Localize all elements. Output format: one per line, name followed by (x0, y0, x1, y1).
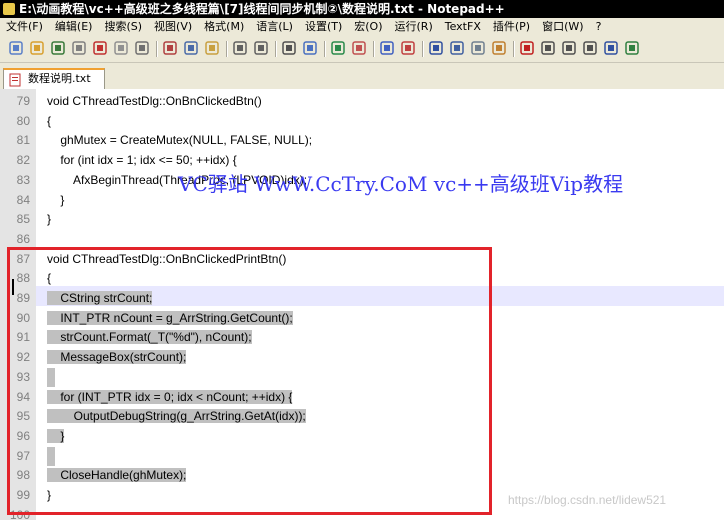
copy-icon[interactable] (183, 40, 199, 56)
code-line[interactable]: 79 void CThreadTestDlg::OnBnClickedBtn() (0, 92, 724, 112)
find-icon[interactable] (281, 40, 297, 56)
close-all-icon[interactable] (113, 40, 129, 56)
sync-h-icon[interactable] (400, 40, 416, 56)
print-icon[interactable] (134, 40, 150, 56)
code-text: } (47, 210, 51, 230)
toolbar (0, 36, 724, 63)
save-macro-icon[interactable] (603, 40, 619, 56)
code-line[interactable]: 81 ghMutex = CreateMutex(NULL, FALSE, NU… (0, 131, 724, 151)
save-icon[interactable] (50, 40, 66, 56)
menu-item[interactable]: TextFX (439, 20, 487, 33)
code-text: void CThreadTestDlg::OnBnClickedBtn() (47, 92, 262, 112)
toolbar-separator (275, 41, 277, 57)
code-text: ghMutex = CreateMutex(NULL, FALSE, NULL)… (47, 131, 312, 151)
menu-item[interactable]: 插件(P) (487, 20, 536, 33)
text: for (int idx = 1; idx <= 50; ++idx) { (47, 153, 237, 168)
show-all-chars-icon[interactable] (449, 40, 465, 56)
zoom-out-icon[interactable] (351, 40, 367, 56)
line-number: 83 (16, 172, 30, 187)
toolbar-separator (156, 41, 158, 57)
menu-item[interactable]: 编辑(E) (49, 20, 99, 33)
code-text: { (47, 112, 51, 132)
menu-item[interactable]: 设置(T) (299, 20, 348, 33)
code-line[interactable]: 80 { (0, 112, 724, 132)
menu-item[interactable]: 文件(F) (0, 20, 49, 33)
redo-icon[interactable] (253, 40, 269, 56)
text: ghMutex = CreateMutex(NULL, FALSE, NULL)… (47, 133, 313, 148)
highlight-box (7, 247, 492, 515)
line-number: 80 (16, 113, 30, 128)
toolbar-separator (422, 41, 424, 57)
window-title: E:\动画教程\vc++高级班之多线程篇\[7]线程间同步机制②\数程说明.tx… (19, 2, 505, 16)
toolbar-separator (226, 41, 228, 57)
paste-icon[interactable] (204, 40, 220, 56)
record-macro-icon[interactable] (519, 40, 535, 56)
line-number: 82 (16, 153, 30, 168)
text-cursor-icon (12, 279, 16, 295)
line-number: 81 (16, 133, 30, 148)
menu-item[interactable]: 视图(V) (148, 20, 198, 33)
code-text: } (47, 191, 64, 211)
open-icon[interactable] (29, 40, 45, 56)
line-number: 85 (16, 212, 30, 227)
play-multi-icon[interactable] (582, 40, 598, 56)
undo-icon[interactable] (232, 40, 248, 56)
trim-icon[interactable] (624, 40, 640, 56)
text: } (47, 192, 65, 207)
stop-macro-icon[interactable] (540, 40, 556, 56)
credit-text: https://blog.csdn.net/lidew521 (508, 493, 667, 507)
code-line[interactable]: 85} (0, 210, 724, 230)
save-all-icon[interactable] (71, 40, 87, 56)
toolbar-separator (513, 41, 515, 57)
text: } (47, 212, 52, 227)
menu-bar: 文件(F) 编辑(E) 搜索(S) 视图(V) 格式(M) 语言(L) 设置(T) 宏(O) 运… (0, 18, 724, 36)
toolbar-separator (373, 41, 375, 57)
tab-document[interactable]: 数程说明.txt (3, 68, 105, 90)
toolbar-separator (324, 41, 326, 57)
tab-bar: 数程说明.txt (0, 63, 724, 90)
menu-item[interactable]: 格式(M) (198, 20, 250, 33)
title-bar: E:\动画教程\vc++高级班之多线程篇\[7]线程间同步机制②\数程说明.tx… (0, 0, 724, 18)
new-icon[interactable] (8, 40, 24, 56)
replace-icon[interactable] (302, 40, 318, 56)
cut-icon[interactable] (162, 40, 178, 56)
indent-guide-icon[interactable] (470, 40, 486, 56)
close-icon[interactable] (92, 40, 108, 56)
user-lang-icon[interactable] (491, 40, 507, 56)
text: void CThreadTestDlg::OnBnClickedBtn() (47, 94, 262, 108)
text: { (47, 113, 52, 128)
sync-v-icon[interactable] (379, 40, 395, 56)
menu-item[interactable]: 运行(R) (389, 20, 439, 33)
play-macro-icon[interactable] (561, 40, 577, 56)
notepad-app-icon (3, 3, 15, 15)
line-number: 84 (16, 192, 30, 207)
line-number: 79 (16, 94, 30, 108)
wrap-icon[interactable] (428, 40, 444, 56)
document-icon (9, 73, 21, 87)
menu-item[interactable]: 宏(O) (348, 20, 388, 33)
tab-label: 数程说明.txt (28, 72, 91, 85)
menu-item[interactable]: 语言(L) (250, 20, 299, 33)
menu-item[interactable]: 窗口(W) (536, 20, 589, 33)
watermark-text: VC驿站 WwW.CcTry.CoM vc++高级班Vip教程 (178, 172, 624, 196)
menu-item[interactable]: 搜索(S) (98, 20, 148, 33)
menu-item[interactable]: ? (590, 20, 608, 33)
zoom-in-icon[interactable] (330, 40, 346, 56)
